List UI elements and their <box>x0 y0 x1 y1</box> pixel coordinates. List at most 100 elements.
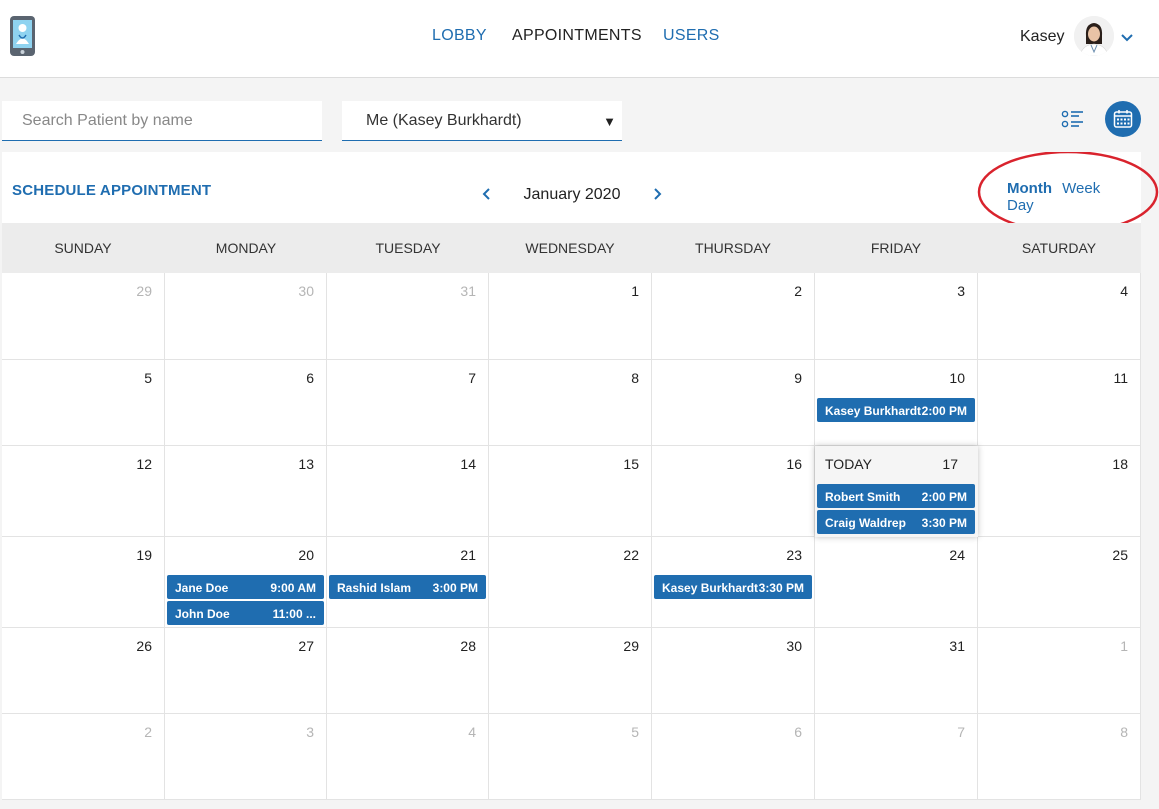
month-grid: 29 30 31 1 2 3 4 5 6 7 8 9 10 Kasey Burk… <box>2 273 1141 809</box>
user-avatar[interactable] <box>1074 16 1114 56</box>
day-cell[interactable]: 30 <box>652 628 815 714</box>
weekday-header-row: SUNDAY MONDAY TUESDAY WEDNESDAY THURSDAY… <box>2 223 1141 273</box>
list-view-icon[interactable] <box>1060 107 1086 133</box>
day-cell[interactable]: 7 <box>327 360 489 446</box>
day-number: 17 <box>942 456 958 472</box>
day-cell[interactable]: 12 <box>2 446 165 537</box>
day-cell[interactable]: 6 <box>652 714 815 800</box>
provider-select[interactable]: Me (Kasey Burkhardt) ▼ <box>342 101 622 141</box>
day-cell[interactable]: 21 Rashid Islam 3:00 PM <box>327 537 489 628</box>
day-cell[interactable]: 24 <box>815 537 978 628</box>
schedule-appointment-button[interactable]: SCHEDULE APPOINTMENT <box>12 182 211 199</box>
day-cell[interactable]: 7 <box>815 714 978 800</box>
day-cell[interactable]: 6 <box>165 360 327 446</box>
day-cell[interactable]: 25 <box>978 537 1141 628</box>
appointment-event[interactable]: Craig Waldrep 3:30 PM <box>817 510 975 534</box>
chevron-down-icon[interactable] <box>1119 31 1135 43</box>
day-cell[interactable]: 29 <box>489 628 652 714</box>
day-number: 8 <box>1120 724 1128 740</box>
day-cell[interactable]: 2 <box>2 714 165 800</box>
day-cell[interactable]: 11 <box>978 360 1141 446</box>
nav-lobby-link[interactable]: LOBBY <box>432 27 487 45</box>
appointment-event[interactable]: John Doe 11:00 ... <box>167 601 324 625</box>
day-cell[interactable]: 31 <box>327 273 489 360</box>
weekday-header: SUNDAY <box>54 240 112 256</box>
appointment-event[interactable]: Kasey Burkhardt 3:30 PM <box>654 575 812 599</box>
day-number: 6 <box>794 724 802 740</box>
day-cell[interactable]: 2 <box>652 273 815 360</box>
day-cell[interactable]: 30 <box>165 273 327 360</box>
day-number: 4 <box>468 724 476 740</box>
next-month-icon[interactable] <box>652 186 664 202</box>
dropdown-arrow-icon: ▼ <box>603 114 616 129</box>
event-time: 3:30 PM <box>758 581 804 595</box>
day-cell[interactable]: 1 <box>489 273 652 360</box>
day-cell[interactable]: 16 <box>652 446 815 537</box>
day-cell[interactable]: 26 <box>2 628 165 714</box>
appointment-event[interactable]: Robert Smith 2:00 PM <box>817 484 975 508</box>
event-patient-name: Craig Waldrep <box>825 516 906 530</box>
day-number: 20 <box>298 547 314 563</box>
day-number: 22 <box>623 547 639 563</box>
provider-select-value: Me (Kasey Burkhardt) <box>366 112 522 129</box>
day-cell[interactable]: 23 Kasey Burkhardt 3:30 PM <box>652 537 815 628</box>
day-cell[interactable]: 22 <box>489 537 652 628</box>
day-cell[interactable]: 19 <box>2 537 165 628</box>
day-number: 31 <box>460 283 476 299</box>
day-cell[interactable]: 31 <box>815 628 978 714</box>
day-number: 31 <box>949 638 965 654</box>
nav-appointments-link[interactable]: APPOINTMENTS <box>512 27 642 45</box>
day-number: 10 <box>949 370 965 386</box>
day-number: 4 <box>1120 283 1128 299</box>
day-cell[interactable]: 18 <box>978 446 1141 537</box>
patient-search-input[interactable] <box>2 101 322 141</box>
event-time: 9:00 AM <box>270 581 316 595</box>
appointment-event[interactable]: Rashid Islam 3:00 PM <box>329 575 486 599</box>
view-tab-day[interactable]: Day <box>1007 197 1034 214</box>
weekday-header: SATURDAY <box>1021 240 1097 256</box>
appointment-event[interactable]: Kasey Burkhardt 2:00 PM <box>817 398 975 422</box>
today-cell[interactable]: TODAY 17 Robert Smith 2:00 PM Craig Wald… <box>815 446 978 537</box>
calendar-view-button[interactable] <box>1105 101 1141 137</box>
day-number: 3 <box>306 724 314 740</box>
day-number: 11 <box>1113 370 1128 386</box>
day-cell[interactable]: 4 <box>978 273 1141 360</box>
day-cell[interactable]: 8 <box>489 360 652 446</box>
day-cell[interactable]: 14 <box>327 446 489 537</box>
view-tab-month[interactable]: Month <box>1007 180 1052 197</box>
day-number: 26 <box>136 638 152 654</box>
day-number: 12 <box>136 456 152 472</box>
day-cell[interactable]: 29 <box>2 273 165 360</box>
day-cell[interactable]: 3 <box>815 273 978 360</box>
day-number: 29 <box>623 638 639 654</box>
prev-month-icon[interactable] <box>480 186 492 202</box>
day-cell[interactable]: 5 <box>2 360 165 446</box>
day-number: 25 <box>1112 547 1128 563</box>
day-number: 8 <box>631 370 639 386</box>
appointment-event[interactable]: Jane Doe 9:00 AM <box>167 575 324 599</box>
day-cell[interactable]: 10 Kasey Burkhardt 2:00 PM <box>815 360 978 446</box>
event-patient-name: John Doe <box>175 607 230 621</box>
day-cell[interactable]: 3 <box>165 714 327 800</box>
day-cell[interactable]: 4 <box>327 714 489 800</box>
day-number: 1 <box>1120 638 1128 654</box>
day-cell[interactable]: 13 <box>165 446 327 537</box>
day-cell[interactable]: 20 Jane Doe 9:00 AM John Doe 11:00 ... <box>165 537 327 628</box>
day-cell[interactable]: 9 <box>652 360 815 446</box>
day-number: 7 <box>957 724 965 740</box>
day-number: 5 <box>144 370 152 386</box>
day-cell[interactable]: 5 <box>489 714 652 800</box>
day-cell[interactable]: 1 <box>978 628 1141 714</box>
day-number: 6 <box>306 370 314 386</box>
nav-users-link[interactable]: USERS <box>663 27 720 45</box>
day-cell[interactable]: 8 <box>978 714 1141 800</box>
day-number: 5 <box>631 724 639 740</box>
month-title: January 2020 <box>523 186 621 203</box>
day-number: 29 <box>136 283 152 299</box>
user-name[interactable]: Kasey <box>1020 28 1064 46</box>
day-cell[interactable]: 28 <box>327 628 489 714</box>
day-cell[interactable]: 15 <box>489 446 652 537</box>
view-tab-week[interactable]: Week <box>1062 180 1100 197</box>
day-cell[interactable]: 27 <box>165 628 327 714</box>
day-number: 19 <box>136 547 152 563</box>
